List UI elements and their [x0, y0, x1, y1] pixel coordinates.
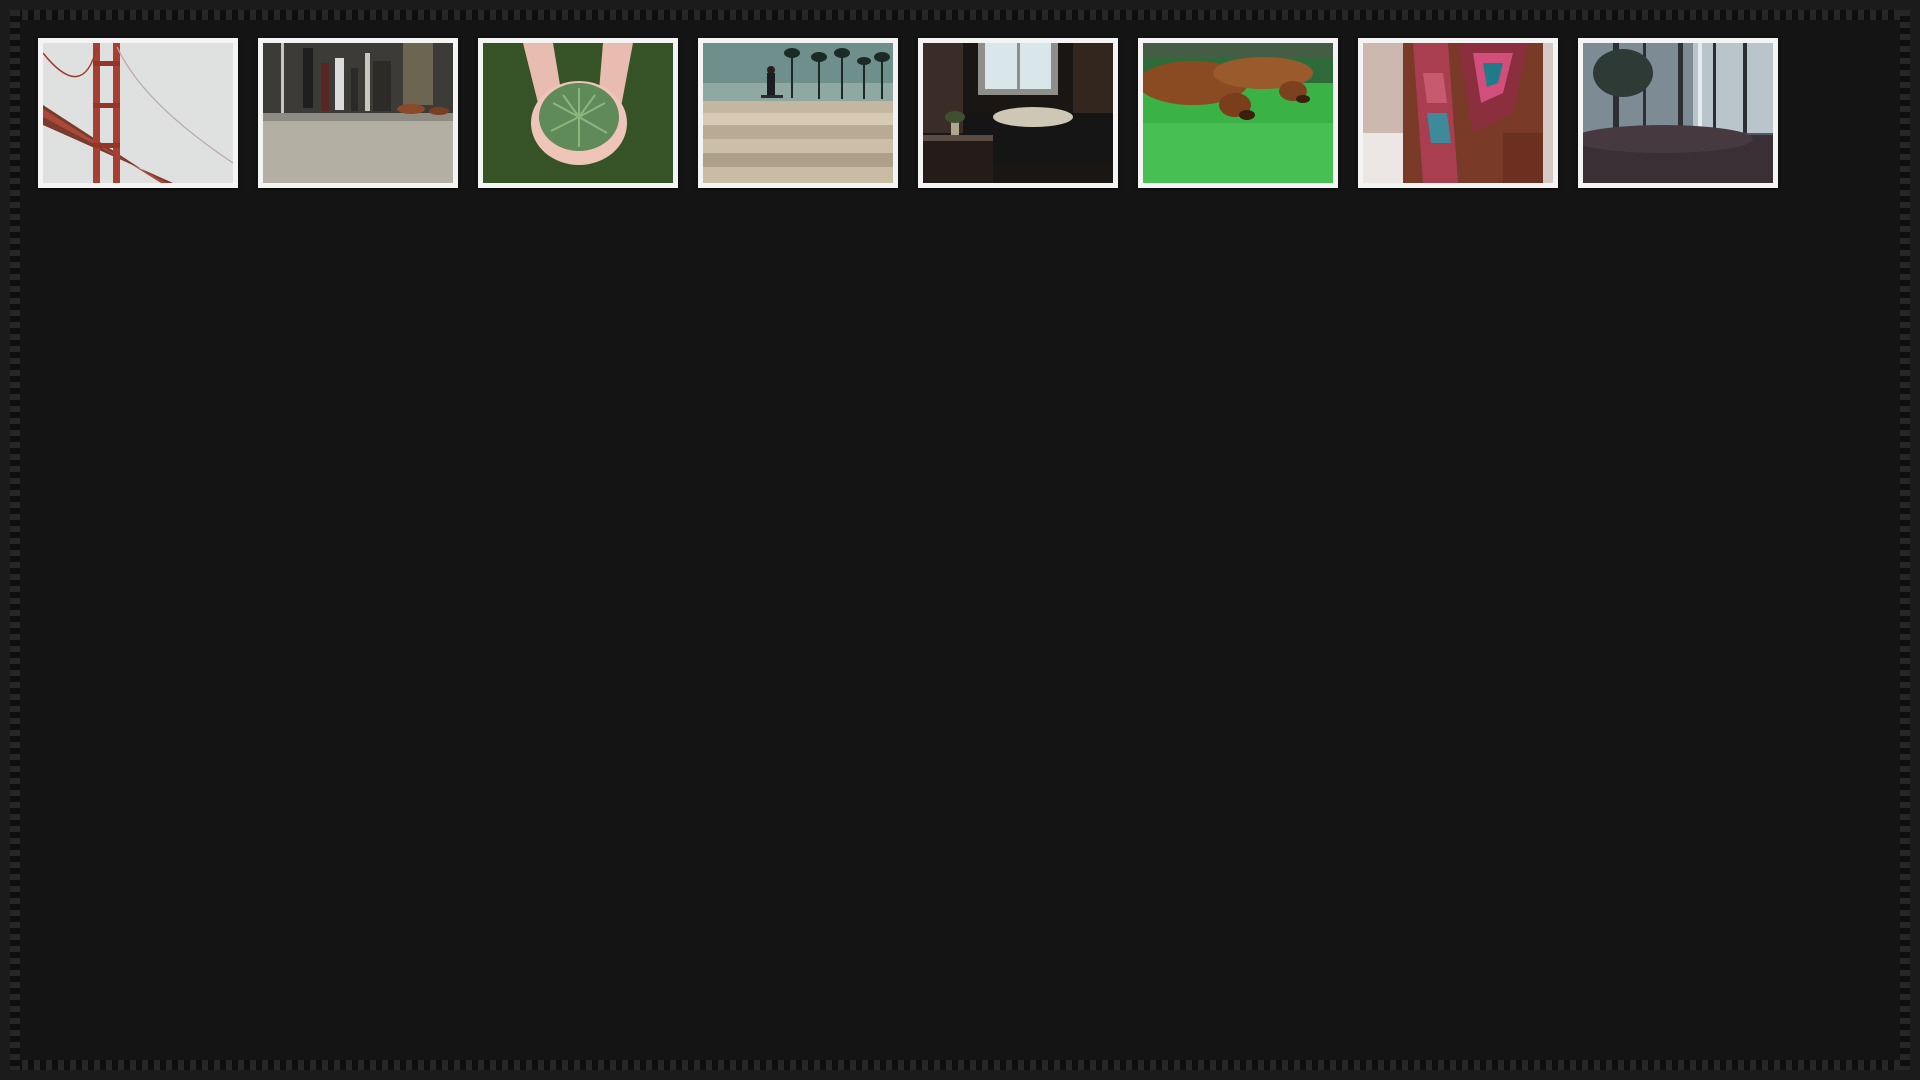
thumbnail-dark-room[interactable]	[918, 38, 1118, 188]
forest-photo	[1583, 43, 1773, 183]
hands-plant-photo	[483, 43, 673, 183]
left-border	[10, 10, 20, 1070]
thumbnail-subway[interactable]	[258, 38, 458, 188]
thumbnail-bridge[interactable]	[38, 38, 238, 188]
subway-photo	[263, 43, 453, 183]
thumbnail-gallery	[38, 38, 1778, 188]
skatepark-photo	[703, 43, 893, 183]
thumbnail-scarf[interactable]	[1358, 38, 1558, 188]
thumbnail-forest[interactable]	[1578, 38, 1778, 188]
thumbnail-hands-plant[interactable]	[478, 38, 678, 188]
scarf-photo	[1363, 43, 1553, 183]
thumbnail-dachshunds[interactable]	[1138, 38, 1338, 188]
page-background	[0, 0, 1920, 1080]
bottom-border	[10, 1060, 1910, 1070]
thumbnail-skatepark[interactable]	[698, 38, 898, 188]
right-border	[1900, 10, 1910, 1070]
bridge-photo	[43, 43, 233, 183]
dachshunds-photo	[1143, 43, 1333, 183]
top-border	[10, 10, 1910, 20]
dark-room-photo	[923, 43, 1113, 183]
